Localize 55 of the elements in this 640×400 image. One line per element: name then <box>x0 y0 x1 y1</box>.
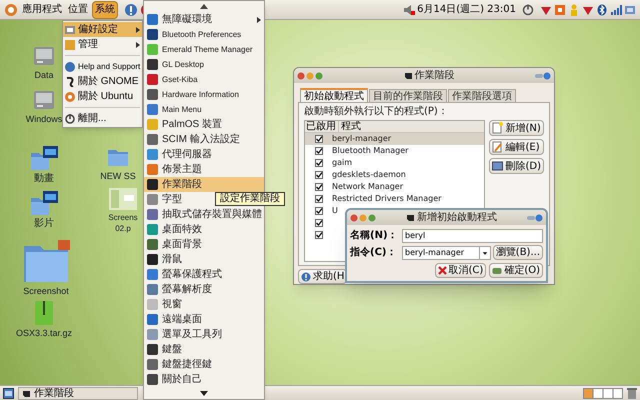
menu-label: Hardware Information <box>162 88 239 100</box>
menu-label: Emerald Theme Manager <box>162 44 253 56</box>
column-header: 已啟用 <box>305 121 337 132</box>
menu-label: 無障礙環境 <box>162 12 212 27</box>
program-name: Bluetooth Manager <box>332 145 408 157</box>
icon-label: NEW SS <box>100 171 136 182</box>
menu-label: 關於自己 <box>162 372 202 387</box>
menu-label: Bluetooth Preferences <box>162 28 242 40</box>
program-name: beryl-manager <box>332 133 392 145</box>
icon-label: Screens 02.p <box>108 212 138 234</box>
icon-label: 影片 <box>34 218 54 229</box>
icon-label: Screenshot <box>23 286 69 297</box>
icon-label: 動畫 <box>34 173 54 184</box>
icon-label: Windows <box>26 114 62 125</box>
program-name: Network Manager <box>332 181 404 193</box>
program-name: gdesklets-daemon <box>332 169 406 181</box>
menu-label: Main Menu <box>162 104 202 116</box>
menu-label: 遠端桌面 <box>162 312 202 327</box>
field-label: 名稱(N)： <box>350 228 399 243</box>
menu-label: 抽取式儲存裝置與媒體 <box>162 208 262 222</box>
menu-label: 視窗 <box>162 298 182 312</box>
menu-label: 代理伺服器 <box>162 148 212 162</box>
program-name: U <box>332 205 338 217</box>
window-title: 作業階段 <box>414 68 454 83</box>
window-title: 新增初始啟動程式 <box>417 210 497 225</box>
menu-label: 螢幕保護程式 <box>162 268 222 282</box>
menu-label: 離開... <box>78 112 106 126</box>
menu-label: 關於 Ubuntu <box>78 90 134 104</box>
program-name: Restricted Drivers Manager <box>332 193 442 205</box>
field-label: 指令(C)： <box>350 246 398 260</box>
menu-label: 桌面背景 <box>162 238 202 252</box>
icon-label: Data <box>34 70 54 81</box>
menu-label: 管理 <box>78 38 98 52</box>
menu-label: 偏好設定 <box>78 22 118 37</box>
menu-label: 螢幕解析度 <box>162 282 212 297</box>
menu-label: PalmOS 裝置 <box>162 118 222 132</box>
menu-label: 桌面特效 <box>162 222 202 237</box>
icon-label: OSX3.3.tar.gz <box>16 328 72 339</box>
menu-label: 鍵盤捷徑鍵 <box>162 358 212 372</box>
menu-label: 作業階段 <box>162 178 202 192</box>
menu-label: SCIM 輸入法設定 <box>162 132 240 147</box>
caption-text: 啟動時額外執行以下的程式(P)： <box>304 106 449 119</box>
menu-label: Help and Support <box>78 60 140 72</box>
clock-text: 6月14日(週二) 23:01 <box>417 3 516 17</box>
menu-label: 鍵盤 <box>162 343 182 357</box>
menu-label: 滑鼠 <box>162 252 182 267</box>
menu-label: 選單及工具列 <box>162 328 222 342</box>
menu-label: 關於 GNOME <box>78 74 139 89</box>
tooltip: 設定作業階段 <box>215 192 285 206</box>
menu-label: Gset-Kiba <box>162 74 198 86</box>
program-name: gaim <box>332 157 352 169</box>
menu-label: GL Desktop <box>162 58 204 70</box>
column-header: 程式 <box>338 121 484 132</box>
menu-label: 字型 <box>162 192 182 207</box>
menu-label: 佈景主題 <box>162 162 202 177</box>
